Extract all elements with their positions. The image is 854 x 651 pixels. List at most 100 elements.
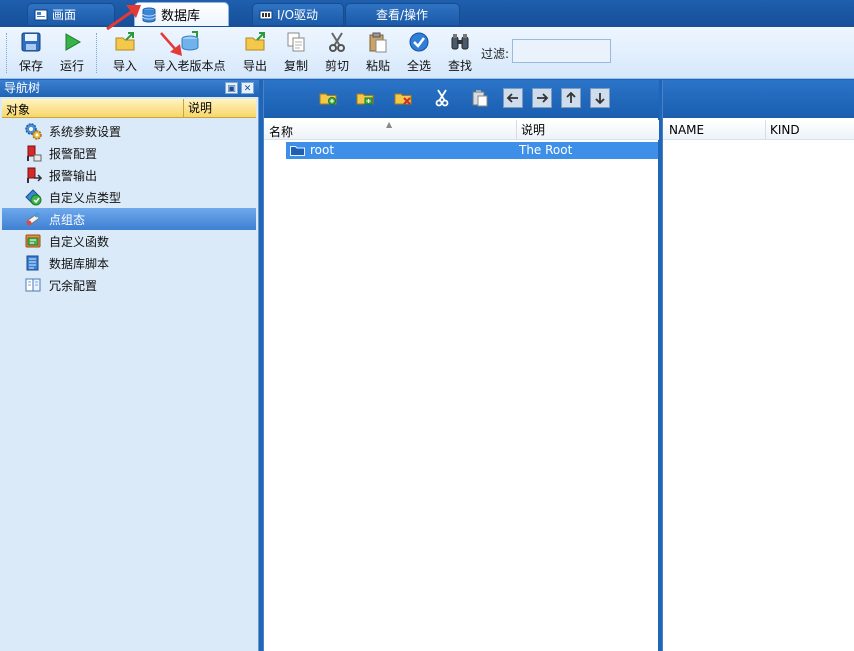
arrow-up-icon	[566, 91, 576, 103]
tab-screen[interactable]: 画面	[27, 3, 115, 25]
nav-col-object[interactable]: 对象	[6, 101, 30, 118]
save-icon	[21, 32, 41, 52]
export-folder-icon	[245, 32, 265, 51]
nav-item-redundancy[interactable]: 冗余配置	[2, 274, 256, 296]
nav-tree-list: 系统参数设置 报警配置 报警输出 自定义点类型 点组态 自定义函数 数据库脚本 …	[2, 120, 256, 296]
new-point-button[interactable]	[355, 88, 375, 108]
points-column-header: 名称 ▲ 说明	[264, 120, 659, 140]
tab-label: 画面	[52, 8, 77, 22]
paste-icon	[369, 32, 387, 53]
find-button[interactable]: 查找	[445, 31, 475, 75]
properties-column-header: NAME KIND	[663, 120, 854, 140]
points-tree-panel: 名称 ▲ 说明 root The Root	[263, 80, 659, 651]
move-left-button[interactable]	[503, 88, 523, 108]
nav-item-alarm-output[interactable]: 报警输出	[2, 164, 256, 186]
pin-icon[interactable]: ▣	[225, 82, 238, 94]
move-down-button[interactable]	[590, 88, 610, 108]
points-toolbar	[264, 80, 659, 118]
tab-bar: 画面 数据库 I/O驱动 查看/操作	[0, 0, 854, 27]
arrow-right-icon	[537, 93, 549, 103]
point-config-icon	[26, 212, 40, 226]
run-label: 运行	[59, 59, 84, 73]
run-button[interactable]: 运行	[57, 31, 87, 75]
alarm-output-icon	[27, 167, 42, 183]
copy-button[interactable]: 复制	[281, 31, 311, 75]
tab-view-operate[interactable]: 查看/操作	[345, 3, 460, 25]
database-icon	[142, 7, 156, 23]
move-up-button[interactable]	[561, 88, 581, 108]
folder-icon	[290, 146, 305, 156]
import-button[interactable]: 导入	[110, 31, 140, 75]
tab-label: 数据库	[161, 9, 201, 24]
move-right-button[interactable]	[532, 88, 552, 108]
save-button[interactable]: 保存	[16, 31, 46, 75]
nav-item-database-script[interactable]: 数据库脚本	[2, 252, 256, 274]
scissors-icon	[329, 32, 345, 52]
nav-item-alarm-config[interactable]: 报警配置	[2, 142, 256, 164]
close-icon[interactable]: ✕	[241, 82, 254, 94]
col-kind[interactable]: KIND	[765, 120, 800, 140]
paste-icon	[472, 90, 488, 107]
tab-database[interactable]: 数据库	[134, 2, 229, 26]
nav-item-system-params[interactable]: 系统参数设置	[2, 120, 256, 142]
properties-toolbar	[663, 80, 854, 118]
import-old-database-icon	[181, 31, 198, 51]
toolbar-separator	[96, 33, 98, 73]
toolbar-separator	[6, 33, 8, 73]
nav-item-label: 报警输出	[49, 168, 98, 183]
nav-column-header: 对象 说明	[2, 99, 256, 118]
new-folder-icon	[319, 93, 337, 105]
tree-row-root[interactable]: root The Root	[286, 142, 658, 159]
app-window: 画面 数据库 I/O驱动 查看/操作 保存 运行 导入 导入老版本点 导出 复制…	[0, 0, 854, 651]
cut-button[interactable]: 剪切	[322, 31, 352, 75]
nav-item-custom-function[interactable]: 自定义函数	[2, 230, 256, 252]
export-button[interactable]: 导出	[240, 31, 270, 75]
delete-button[interactable]	[393, 88, 413, 108]
nav-item-label: 系统参数设置	[49, 124, 122, 139]
col-desc[interactable]: 说明	[516, 120, 545, 140]
cut-label: 剪切	[324, 59, 349, 73]
paste-point-button[interactable]	[470, 88, 490, 108]
copy-icon	[287, 32, 305, 52]
export-label: 导出	[242, 59, 267, 73]
filter-input[interactable]	[512, 39, 611, 63]
alarm-config-icon	[27, 145, 42, 162]
col-name[interactable]: 名称	[269, 123, 293, 140]
select-all-button[interactable]: 全选	[404, 31, 434, 75]
new-folder-button[interactable]	[318, 88, 338, 108]
custom-point-type-icon	[25, 189, 42, 206]
database-script-icon	[26, 255, 39, 271]
tab-io-driver[interactable]: I/O驱动	[252, 3, 344, 25]
paste-label: 粘贴	[365, 59, 390, 73]
nav-item-custom-point-type[interactable]: 自定义点类型	[2, 186, 256, 208]
cut-point-button[interactable]	[432, 88, 452, 108]
col-name[interactable]: NAME	[669, 123, 704, 137]
save-label: 保存	[18, 59, 43, 73]
new-point-icon	[356, 93, 374, 105]
gears-icon	[25, 123, 42, 140]
sort-ascending-icon: ▲	[386, 120, 393, 129]
nav-panel-title-bar: 导航树 ▣ ✕	[0, 80, 259, 97]
check-circle-icon	[409, 32, 429, 52]
navigation-tree-panel: 导航树 ▣ ✕ 对象 说明 系统参数设置 报警配置 报警输出 自定义点类型 点组…	[0, 80, 259, 651]
copy-label: 复制	[283, 59, 308, 73]
nav-item-label: 冗余配置	[49, 278, 98, 293]
scissors-icon	[435, 89, 449, 107]
custom-function-icon	[25, 234, 41, 248]
screen-icon	[34, 9, 48, 20]
import-old-points-button[interactable]: 导入老版本点	[152, 31, 227, 75]
play-icon	[65, 33, 82, 51]
binoculars-icon	[451, 34, 469, 50]
import-old-label: 导入老版本点	[153, 59, 226, 73]
paste-button[interactable]: 粘贴	[363, 31, 393, 75]
nav-item-label: 数据库脚本	[49, 256, 110, 271]
tab-label: I/O驱动	[277, 8, 319, 22]
import-label: 导入	[112, 59, 137, 73]
arrow-left-icon	[506, 93, 518, 103]
nav-item-point-config[interactable]: 点组态	[2, 208, 256, 230]
delete-folder-icon	[394, 93, 412, 105]
select-all-label: 全选	[406, 59, 431, 73]
tree-row-name: root	[310, 143, 335, 157]
nav-col-desc[interactable]: 说明	[183, 99, 212, 118]
nav-item-label: 报警配置	[49, 146, 98, 161]
